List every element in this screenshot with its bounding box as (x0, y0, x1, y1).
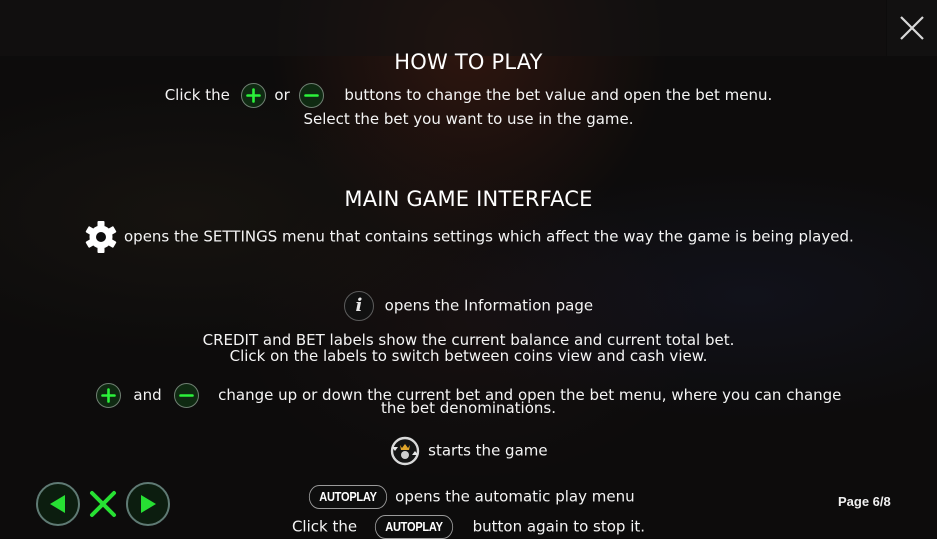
how-to-play-title: HOW TO PLAY (394, 50, 543, 74)
text: buttons to change the bet value and open… (344, 86, 773, 104)
text: opens the automatic play menu (395, 487, 635, 506)
text: Click the (291, 517, 358, 536)
text: Click the (164, 86, 230, 104)
minus-icon (303, 94, 319, 97)
spin-description: starts the game (0, 435, 937, 467)
triangle-left-icon (50, 495, 65, 513)
paytable-page: HOW TO PLAY Click the or buttons to chan… (0, 0, 937, 539)
plus-icon (245, 88, 261, 103)
minus-button-icon (298, 83, 324, 108)
text: or (274, 86, 290, 104)
main-interface-title: MAIN GAME INTERFACE (344, 187, 593, 211)
previous-page-button[interactable] (36, 482, 80, 526)
next-page-button[interactable] (126, 482, 170, 526)
bet-description-line-2: the bet denominations. (380, 399, 556, 417)
gear-icon (85, 221, 117, 253)
how-to-play-line-1: Click the or buttons to change the bet v… (0, 83, 937, 108)
close-icon (90, 491, 116, 517)
text: starts the game (428, 441, 548, 460)
text: opens the SETTINGS menu that contains se… (124, 227, 854, 246)
close-paytable-button[interactable] (86, 487, 120, 521)
plus-button-icon (240, 83, 266, 108)
settings-description: opens the SETTINGS menu that contains se… (0, 219, 937, 255)
info-icon: i (343, 291, 374, 321)
how-to-play-line-2: Select the bet you want to use in the ga… (303, 110, 634, 128)
spin-button-icon (391, 436, 420, 466)
triangle-right-icon (141, 495, 156, 513)
autoplay-button-icon: AUTOPLAY (374, 515, 453, 539)
info-description: i opens the Information page (0, 291, 937, 321)
credit-line-2: Click on the labels to switch between co… (229, 347, 708, 365)
text: button again to stop it. (472, 517, 646, 536)
text: opens the Information page (384, 296, 594, 315)
autoplay-button-icon: AUTOPLAY (309, 485, 388, 509)
page-indicator: Page 6/8 (838, 494, 891, 509)
page-navigation (36, 482, 170, 526)
